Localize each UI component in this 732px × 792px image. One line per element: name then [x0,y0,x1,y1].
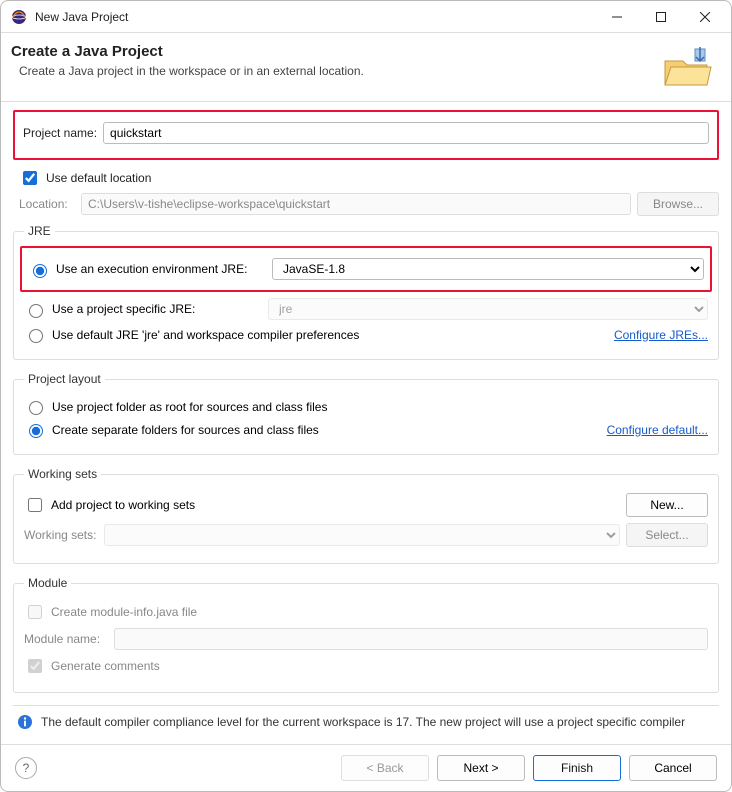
use-default-jre-label: Use default JRE 'jre' and workspace comp… [52,328,359,342]
browse-button: Browse... [637,192,719,216]
use-project-jre-radio[interactable] [29,304,43,318]
use-env-jre-radio[interactable] [33,264,47,278]
use-env-jre-label: Use an execution environment JRE: [56,262,266,276]
new-working-set-button[interactable]: New... [626,493,708,517]
info-text: The default compiler compliance level fo… [41,715,685,729]
jre-env-highlight: Use an execution environment JRE: JavaSE… [20,246,712,292]
module-name-input [114,628,708,650]
dialog-content: Project name: Use default location Locat… [1,102,731,744]
maximize-button[interactable] [639,2,683,32]
close-button[interactable] [683,2,727,32]
project-name-highlight: Project name: [13,110,719,160]
info-message: The default compiler compliance level fo… [13,705,719,734]
next-button[interactable]: Next > [437,755,525,781]
generate-comments-label: Generate comments [51,659,160,673]
cancel-button[interactable]: Cancel [629,755,717,781]
project-layout-group: Project layout Use project folder as roo… [13,372,719,455]
use-root-folder-label: Use project folder as root for sources a… [52,400,327,414]
folder-wizard-icon [659,43,715,91]
jre-group: JRE Use an execution environment JRE: Ja… [13,224,719,360]
configure-jres-link[interactable]: Configure JREs... [614,328,708,342]
module-name-label: Module name: [24,632,108,646]
minimize-button[interactable] [595,2,639,32]
add-to-working-sets-label: Add project to working sets [51,498,195,512]
jre-legend: JRE [24,224,55,238]
create-module-info-label: Create module-info.java file [51,605,197,619]
working-sets-select [104,524,620,546]
finish-button[interactable]: Finish [533,755,621,781]
working-sets-legend: Working sets [24,467,101,481]
back-button: < Back [341,755,429,781]
project-layout-legend: Project layout [24,372,105,386]
use-project-jre-label: Use a project specific JRE: [52,302,262,316]
window-title: New Java Project [35,10,595,24]
use-root-folder-radio[interactable] [29,401,43,415]
select-working-sets-button: Select... [626,523,708,547]
use-default-location-label: Use default location [46,171,151,185]
eclipse-icon [11,9,27,25]
use-default-location-checkbox[interactable] [23,171,37,185]
info-icon [17,714,33,730]
configure-default-link[interactable]: Configure default... [607,423,708,437]
separate-folders-radio[interactable] [29,424,43,438]
location-label: Location: [19,197,75,211]
project-name-label: Project name: [23,126,97,140]
dialog-header: Create a Java Project Create a Java proj… [1,33,731,102]
page-subtitle: Create a Java project in the workspace o… [11,64,659,78]
use-default-jre-radio[interactable] [29,329,43,343]
module-legend: Module [24,576,71,590]
project-name-input[interactable] [103,122,709,144]
page-title: Create a Java Project [11,43,659,60]
location-input [81,193,631,215]
env-jre-select[interactable]: JavaSE-1.8 [272,258,704,280]
working-sets-label: Working sets: [24,528,98,542]
project-jre-select: jre [268,298,708,320]
separate-folders-label: Create separate folders for sources and … [52,423,319,437]
help-button[interactable]: ? [15,757,37,779]
module-group: Module Create module-info.java file Modu… [13,576,719,693]
generate-comments-checkbox [28,659,42,673]
titlebar: New Java Project [1,1,731,33]
create-module-info-checkbox [28,605,42,619]
dialog-footer: ? < Back Next > Finish Cancel [1,744,731,791]
add-to-working-sets-checkbox[interactable] [28,498,42,512]
working-sets-group: Working sets Add project to working sets… [13,467,719,564]
